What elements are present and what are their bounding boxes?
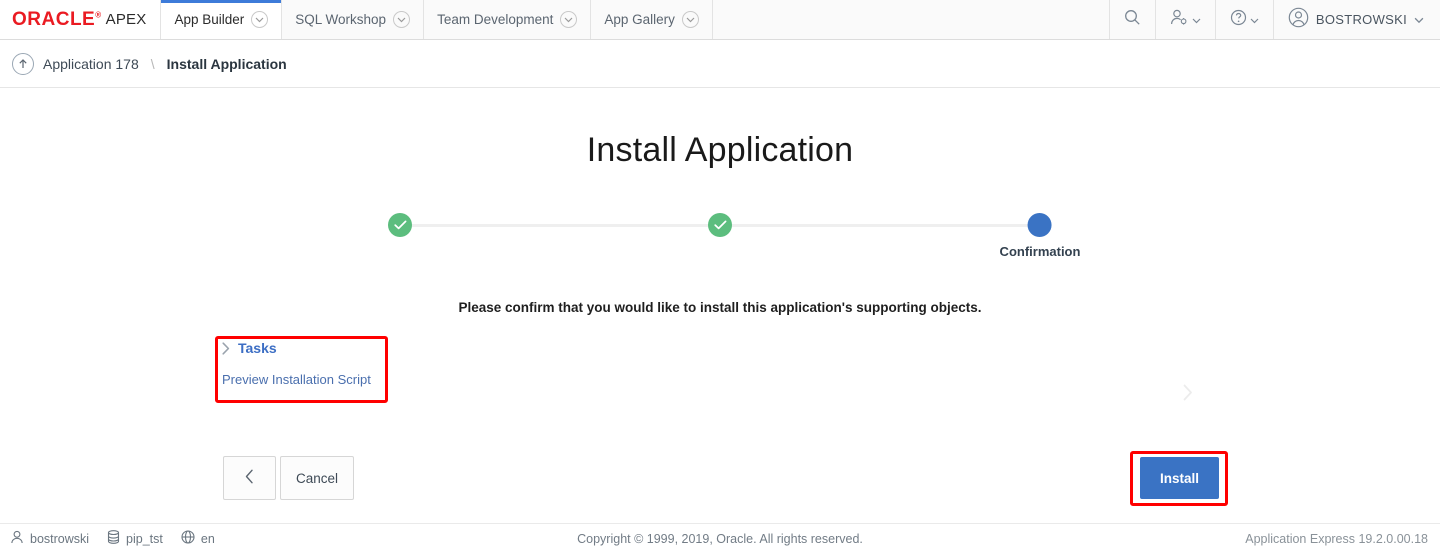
user-icon (10, 530, 24, 547)
step-current-icon (1028, 213, 1052, 237)
user-circle-icon (1288, 7, 1309, 33)
train-step-1[interactable] (388, 213, 412, 244)
footer-language[interactable]: en (181, 530, 215, 547)
apex-install-application-page: ORACLE® APEX App Builder SQL Workshop Te… (0, 0, 1440, 553)
footer-schema[interactable]: pip_tst (107, 530, 163, 547)
database-icon (107, 530, 120, 547)
chevron-down-icon[interactable] (393, 11, 410, 28)
confirmation-message: Please confirm that you would like to in… (0, 300, 1440, 315)
registered-mark: ® (95, 11, 101, 20)
cancel-button[interactable]: Cancel (280, 456, 354, 500)
nav-tab-sql-workshop[interactable]: SQL Workshop (282, 0, 424, 39)
oracle-text: ORACLE (12, 9, 95, 30)
main-content: Install Application Confirmation P (0, 88, 1440, 523)
nav-tab-sql-workshop-label: SQL Workshop (295, 12, 386, 27)
tasks-region-title: Tasks (238, 340, 277, 356)
nav-tab-app-gallery[interactable]: App Gallery (591, 0, 713, 39)
copyright-text: Copyright © 1999, 2019, Oracle. All righ… (0, 532, 1440, 546)
search-button[interactable] (1110, 0, 1156, 39)
chevron-down-icon (1414, 11, 1424, 29)
train-step-3-label: Confirmation (1000, 244, 1081, 259)
nav-tab-app-builder-label: App Builder (174, 12, 244, 27)
chevron-down-icon (1250, 11, 1259, 29)
user-name-label: BOSTROWSKI (1316, 12, 1407, 27)
step-complete-icon (388, 213, 412, 237)
side-panel-expander[interactable] (1183, 384, 1193, 406)
oracle-apex-logo[interactable]: ORACLE® APEX (0, 0, 161, 39)
preview-installation-script-link[interactable]: Preview Installation Script (222, 372, 371, 387)
nav-tab-app-builder[interactable]: App Builder (161, 0, 282, 39)
nav-spacer (713, 0, 1110, 39)
install-button[interactable]: Install (1140, 457, 1219, 499)
chevron-down-icon[interactable] (682, 11, 699, 28)
chevron-down-icon[interactable] (560, 11, 577, 28)
breadcrumb-item-application[interactable]: Application 178 (43, 56, 139, 72)
chevron-down-icon[interactable] (251, 11, 268, 28)
question-circle-icon (1230, 9, 1247, 31)
user-gear-icon (1170, 9, 1189, 31)
nav-tab-app-gallery-label: App Gallery (604, 12, 675, 27)
back-button[interactable] (223, 456, 276, 500)
breadcrumb: Application 178 \ Install Application (0, 40, 1440, 88)
apex-text: APEX (106, 11, 147, 28)
step-complete-icon (708, 213, 732, 237)
train-step-3[interactable]: Confirmation (1000, 213, 1081, 259)
nav-tab-team-development-label: Team Development (437, 12, 553, 27)
oracle-wordmark: ORACLE® (12, 10, 102, 29)
apex-version-label: Application Express 19.2.0.00.18 (1245, 532, 1428, 546)
tasks-region: Tasks Preview Installation Script (222, 340, 382, 398)
footer-language-label: en (201, 532, 215, 546)
chevron-right-icon (1183, 384, 1193, 406)
chevron-down-icon (1192, 11, 1201, 29)
top-navigation-bar: ORACLE® APEX App Builder SQL Workshop Te… (0, 0, 1440, 40)
install-button-label: Install (1160, 471, 1199, 486)
nav-tab-team-development[interactable]: Team Development (424, 0, 591, 39)
search-icon (1124, 9, 1141, 31)
administration-menu-button[interactable] (1156, 0, 1216, 39)
chevron-left-icon (245, 469, 254, 487)
cancel-button-label: Cancel (296, 471, 338, 486)
globe-icon (181, 530, 195, 547)
user-menu-button[interactable]: BOSTROWSKI (1274, 0, 1440, 39)
arrow-up-circle-icon[interactable] (12, 53, 34, 75)
breadcrumb-item-current: Install Application (167, 56, 287, 72)
footer-user-label: bostrowski (30, 532, 89, 546)
footer-schema-label: pip_tst (126, 532, 163, 546)
train-step-2[interactable] (708, 213, 732, 244)
page-title: Install Application (0, 131, 1440, 170)
footer-status-items: bostrowski pip_tst en (10, 530, 215, 547)
help-menu-button[interactable] (1216, 0, 1274, 39)
wizard-progress-train: Confirmation (400, 213, 1040, 237)
footer-user[interactable]: bostrowski (10, 530, 89, 547)
chevron-right-icon (222, 342, 230, 355)
breadcrumb-separator: \ (151, 56, 155, 72)
page-footer: Copyright © 1999, 2019, Oracle. All righ… (0, 523, 1440, 553)
tasks-region-toggle[interactable]: Tasks (222, 340, 382, 356)
